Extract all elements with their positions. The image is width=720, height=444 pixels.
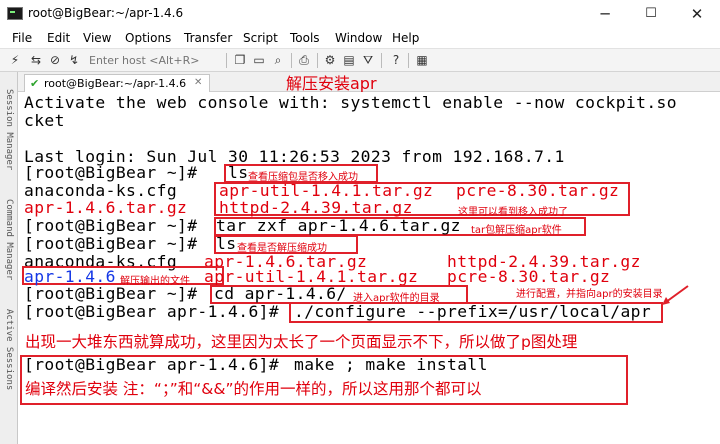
toolbar: ⚡ ⇆ ⊘ ↯ ❐ ▭ ⌕ ⎙ ⚙ ▤ ⛛ ? ▦ <box>0 48 720 72</box>
shell-prompt: [root@BigBear ~]# <box>24 216 198 235</box>
session-manager-label: Session Manager <box>4 89 14 171</box>
sftp-icon[interactable]: ▤ <box>341 52 357 68</box>
menu-options[interactable]: Options <box>125 31 171 45</box>
print-icon[interactable]: ⎙ <box>296 52 312 68</box>
close-button[interactable]: ✕ <box>674 0 720 28</box>
toolbar-separator <box>408 53 409 68</box>
annotation-note: tar包解压缩apr软件 <box>471 225 562 236</box>
help-icon[interactable]: ? <box>388 52 404 68</box>
menu-window[interactable]: Window <box>335 31 382 45</box>
terminal-line: cket <box>24 111 65 130</box>
shell-prompt: [root@BigBear apr-1.4.6]# <box>24 355 280 374</box>
command-text: cd apr-1.4.6/ <box>214 284 347 303</box>
host-input[interactable] <box>89 52 217 69</box>
menu-bar: File Edit View Options Transfer Script T… <box>0 28 720 48</box>
minimize-button[interactable]: ─ <box>582 0 628 28</box>
command-text: ls <box>216 234 237 253</box>
archive-file-name: httpd-2.4.39.tar.gz <box>219 198 413 217</box>
command-manager-tab[interactable]: Command Manager <box>1 186 17 294</box>
lightning-icon[interactable]: ⚡ <box>7 52 23 68</box>
menu-help[interactable]: Help <box>392 31 419 45</box>
connect-icon[interactable]: ⇆ <box>28 52 44 68</box>
session-tab[interactable]: ✔ root@BigBear:~/apr-1.4.6 ✕ <box>24 74 210 92</box>
menu-file[interactable]: File <box>12 31 32 45</box>
copy-icon[interactable]: ❐ <box>232 52 248 68</box>
toolbar-separator <box>226 53 227 68</box>
active-sessions-label: Active Sessions <box>4 309 14 391</box>
terminal-output[interactable]: Activate the web console with: systemctl… <box>18 92 720 444</box>
annotation-note: 进行配置，并指向apr的安装目录 <box>516 289 663 300</box>
command-manager-label: Command Manager <box>4 199 14 281</box>
annotation-note: 这里可以看到移入成功了 <box>458 207 568 218</box>
session-tab-strip: ✔ root@BigBear:~/apr-1.4.6 ✕ 解压安装apr <box>18 72 720 93</box>
menu-tools[interactable]: Tools <box>290 31 320 45</box>
terminal-line: Activate the web console with: systemctl… <box>24 93 677 112</box>
connected-check-icon: ✔ <box>30 77 40 90</box>
find-icon[interactable]: ⌕ <box>270 52 286 68</box>
menu-script[interactable]: Script <box>243 31 278 45</box>
tab-close-icon[interactable]: ✕ <box>194 77 202 88</box>
command-text: ls <box>228 163 249 182</box>
terminal-app-icon <box>7 7 23 20</box>
settings-icon[interactable]: ⚙ <box>322 52 338 68</box>
side-panel: Session Manager Command Manager Active S… <box>0 72 18 444</box>
shell-prompt: [root@BigBear ~]# <box>24 234 198 253</box>
keypad-icon[interactable]: ▦ <box>414 52 430 68</box>
keymap-icon[interactable]: ⛛ <box>360 52 376 68</box>
command-text: make ; make install <box>294 355 488 374</box>
shell-prompt: [root@BigBear ~]# <box>24 284 198 303</box>
menu-edit[interactable]: Edit <box>47 31 70 45</box>
session-manager-tab[interactable]: Session Manager <box>1 78 17 182</box>
disconnect-icon[interactable]: ⊘ <box>47 52 63 68</box>
command-text: tar zxf apr-1.4.6.tar.gz <box>216 216 461 235</box>
command-text: ./configure --prefix=/usr/local/apr <box>294 302 652 321</box>
menu-view[interactable]: View <box>83 31 111 45</box>
archive-file-name: apr-1.4.6.tar.gz <box>24 198 188 217</box>
window-title: root@BigBear:~/apr-1.4.6 <box>28 6 184 20</box>
shell-prompt: [root@BigBear apr-1.4.6]# <box>24 302 280 321</box>
toolbar-separator <box>317 53 318 68</box>
header-annotation: 解压安装apr <box>286 74 377 93</box>
paste-icon[interactable]: ▭ <box>251 52 267 68</box>
archive-file-name: pcre-8.30.tar.gz <box>447 267 611 286</box>
active-sessions-tab[interactable]: Active Sessions <box>1 298 17 402</box>
session-tab-label: root@BigBear:~/apr-1.4.6 <box>44 77 187 90</box>
toolbar-separator <box>381 53 382 68</box>
title-bar: root@BigBear:~/apr-1.4.6 ─ ☐ ✕ <box>0 0 720 28</box>
maximize-button[interactable]: ☐ <box>628 0 674 28</box>
explanation-note: 编译然后安装 注：“；”和“&&”的作用一样的，所以这用那个都可以 <box>25 380 482 398</box>
shell-prompt: [root@BigBear ~]# <box>24 163 198 182</box>
quick-connect-icon[interactable]: ↯ <box>66 52 82 68</box>
toolbar-separator <box>291 53 292 68</box>
explanation-note: 出现一大堆东西就算成功，这里因为太长了一个页面显示不下，所以做了p图处理 <box>25 333 578 351</box>
menu-transfer[interactable]: Transfer <box>184 31 232 45</box>
annotation-arrow-icon <box>662 285 689 305</box>
